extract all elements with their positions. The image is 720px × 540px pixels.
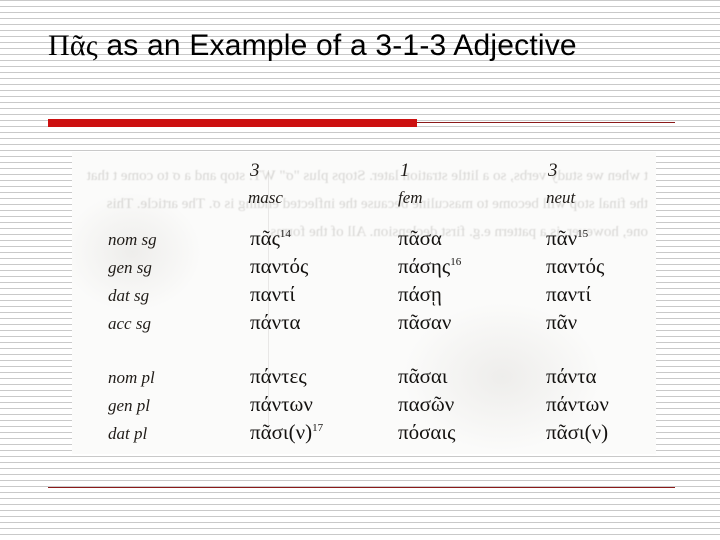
column-header-gender-neut: neut — [546, 188, 576, 207]
cell-nom-sg-masc: πᾶς14 — [250, 226, 291, 250]
slide-title-greek-word: Πᾶς — [48, 29, 98, 62]
cell-acc-sg-fem: πᾶσαν — [398, 310, 452, 334]
column-header-gender-fem: fem — [398, 188, 423, 207]
column-header-number-neut: 3 — [548, 160, 558, 181]
column-header-number-fem: 1 — [400, 160, 410, 181]
cell-gen-pl-masc: πάντων — [250, 392, 313, 416]
cell-nom-sg-fem: πᾶσα — [398, 226, 442, 250]
paradigm-table: 3 masc 1 fem 3 neut nom sg πᾶς14 πᾶσα πᾶ… — [72, 152, 656, 454]
cell-dat-pl-fem: πόσαις — [398, 420, 456, 444]
cell-nom-sg-neut: πᾶν15 — [546, 226, 589, 250]
cell-gen-sg-neut: παντός — [546, 254, 605, 278]
cell-dat-sg-masc: παντί — [250, 282, 296, 306]
row-label-dat-sg: dat sg — [108, 286, 150, 305]
cell-dat-sg-fem: πάσῃ — [398, 282, 442, 306]
page-title: Πᾶς as an Example of a 3-1-3 Adjective — [48, 26, 688, 65]
row-label-gen-sg: gen sg — [108, 258, 152, 277]
title-divider-accent-bar — [48, 119, 417, 127]
row-label-gen-pl: gen pl — [108, 396, 151, 415]
cell-acc-sg-neut: πᾶν — [546, 310, 578, 334]
cell-dat-pl-masc: πᾶσι(ν)17 — [250, 420, 324, 444]
cell-gen-sg-fem: πάσης16 — [398, 254, 462, 278]
cell-gen-pl-fem: πασῶν — [398, 392, 455, 416]
cell-dat-pl-neut: πᾶσι(ν) — [546, 420, 609, 444]
cell-nom-pl-fem: πᾶσαι — [398, 364, 448, 388]
cell-dat-sg-neut: παντί — [546, 282, 592, 306]
slide-title-remainder: as an Example of a 3-1-3 Adjective — [97, 29, 577, 62]
row-label-acc-sg: acc sg — [108, 314, 151, 333]
cell-nom-pl-neut: πάντα — [546, 364, 597, 388]
title-divider — [48, 119, 675, 127]
column-header-number-masc: 3 — [250, 160, 260, 181]
column-header-gender-masc: masc — [248, 188, 283, 207]
cell-nom-pl-masc: πάντες — [250, 364, 307, 388]
cell-gen-sg-masc: παντός — [250, 254, 309, 278]
row-label-dat-pl: dat pl — [108, 424, 148, 443]
footer-divider — [48, 487, 675, 488]
slide-title-text: Πᾶς as an Example of a 3-1-3 Adjective — [48, 26, 688, 65]
row-label-nom-pl: nom pl — [108, 368, 155, 387]
cell-gen-pl-neut: πάντων — [546, 392, 609, 416]
slide: Πᾶς as an Example of a 3-1-3 Adjective t… — [0, 0, 720, 540]
cell-acc-sg-masc: πάντα — [250, 310, 301, 334]
row-label-nom-sg: nom sg — [108, 230, 157, 249]
paradigm-table-scan: t when we study verbs, so a little strat… — [72, 152, 656, 454]
